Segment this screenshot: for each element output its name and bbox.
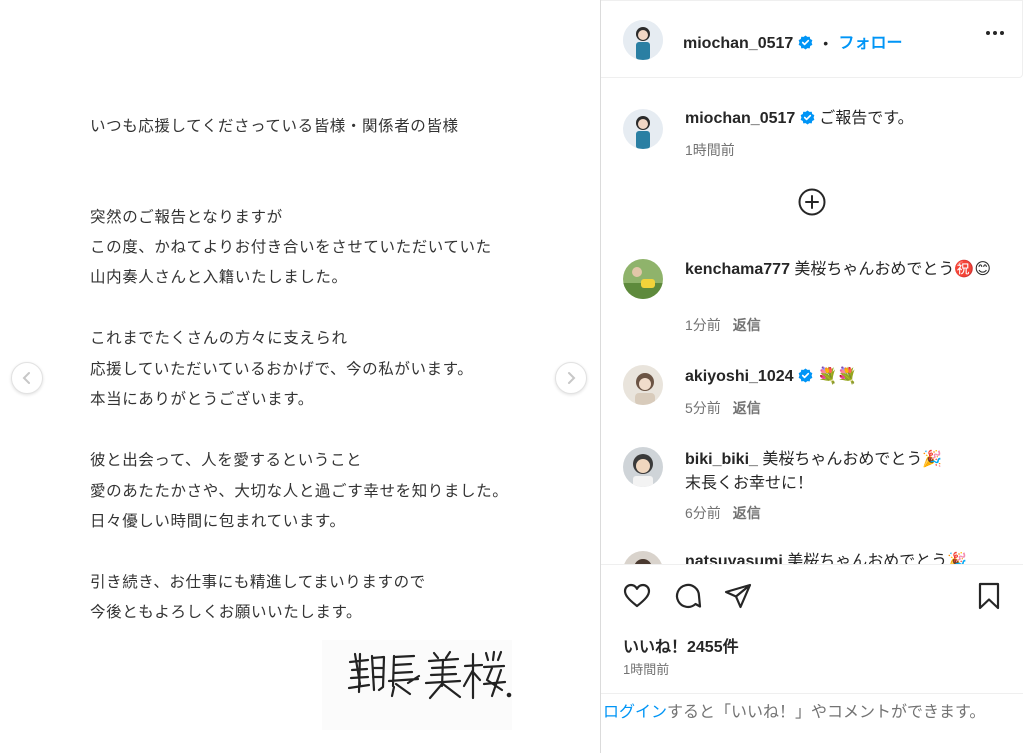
text-line: 山内奏人さんと入籍いたしました。 xyxy=(90,268,348,286)
comments-list[interactable]: miochan_0517 ご報告です。 1時間前 kenchama777 美桜ち… xyxy=(601,79,1023,564)
comment-biki_biki_: biki_biki_ 美桜ちゃんおめでとう🎉 末長くお幸せに！ xyxy=(685,448,1005,496)
reply-button[interactable]: 返信 xyxy=(733,505,761,521)
comment-text: 美桜ちゃんおめでとう㊗️😊 xyxy=(794,261,992,278)
text-line: 応援していただいているおかげで、今の私がいます。 xyxy=(90,360,474,378)
avatar-image xyxy=(623,551,663,564)
comment-time: 6分前 xyxy=(685,505,721,521)
text-line: いつも応援してくださっている皆様・関係者の皆様 xyxy=(90,117,459,135)
comment-time: 1分前 xyxy=(685,317,721,333)
header-username[interactable]: miochan_0517 xyxy=(683,35,793,52)
avatar-image xyxy=(623,20,663,60)
commenter-avatar[interactable] xyxy=(623,259,663,299)
caption-avatar[interactable] xyxy=(623,109,663,149)
comment-username[interactable]: biki_biki_ xyxy=(685,451,758,468)
commenter-avatar[interactable] xyxy=(623,551,663,564)
more-dot xyxy=(1000,31,1004,35)
login-link[interactable]: ログイン xyxy=(603,704,667,721)
post-actions: いいね！2455件 1時間前 ログインすると「いいね！」やコメントができます。 xyxy=(601,564,1023,753)
text-line: これまでたくさんの方々に支えられ xyxy=(90,329,348,347)
comment-text: 美桜ちゃんおめでとう🎉 xyxy=(762,451,943,468)
chevron-right-icon xyxy=(568,372,576,384)
caption-text: ご報告です。 xyxy=(819,110,914,127)
likes-count[interactable]: いいね！2455件 xyxy=(623,633,739,657)
avatar-image xyxy=(623,259,663,299)
post-header: miochan_0517 • フォロー xyxy=(601,0,1023,78)
text-line: 引き続き、お仕事にも精進してまいりますので xyxy=(90,573,426,591)
comment-text: 美桜ちゃんおめでとう🎉 xyxy=(787,553,968,564)
more-dot xyxy=(986,31,990,35)
commenter-avatar[interactable] xyxy=(623,447,663,487)
bookmark-icon[interactable] xyxy=(974,581,1004,611)
avatar[interactable] xyxy=(623,20,663,60)
caption: miochan_0517 ご報告です。 xyxy=(685,107,1005,131)
more-options-button[interactable] xyxy=(986,31,1004,35)
comment-username[interactable]: natsuyasumi xyxy=(685,553,783,564)
comment-meta: 5分前 返信 xyxy=(685,398,761,418)
text-line: 本当にありがとうございます。 xyxy=(90,390,314,408)
follow-button[interactable]: フォロー xyxy=(839,35,903,52)
comment-text: 💐💐 xyxy=(817,368,858,385)
caption-time: 1時間前 xyxy=(685,142,735,158)
post-time: 1時間前 xyxy=(623,662,670,677)
verified-badge-icon xyxy=(798,368,813,383)
comment-text-line2: 末長くお幸せに！ xyxy=(685,475,814,492)
text-line: 日々優しい時間に包まれています。 xyxy=(90,512,346,530)
avatar-image xyxy=(623,447,663,487)
reply-button[interactable]: 返信 xyxy=(733,400,761,416)
reply-button[interactable]: 返信 xyxy=(733,317,761,333)
comment-bubble-icon[interactable] xyxy=(673,581,703,611)
comment-meta: 1分前 返信 xyxy=(685,315,761,335)
text-line: この度、かねてよりお付き合いをさせていただいていた xyxy=(90,238,492,256)
avatar-image xyxy=(623,365,663,405)
post-side-panel: miochan_0517 • フォロー miochan_0517 ご報告です。 … xyxy=(600,0,1024,753)
comment-username[interactable]: akiyoshi_1024 xyxy=(685,368,794,385)
load-more-comments-icon[interactable] xyxy=(797,187,827,217)
commenter-avatar[interactable] xyxy=(623,365,663,405)
chevron-left-icon xyxy=(22,372,30,384)
verified-badge-icon xyxy=(798,35,813,50)
more-dot xyxy=(993,31,997,35)
text-line: 彼と出会って、人を愛するということ xyxy=(90,451,363,469)
comment-natsuyasumi: natsuyasumi 美桜ちゃんおめでとう🎉 xyxy=(685,550,1005,564)
comment-meta: 6分前 返信 xyxy=(685,503,761,523)
login-prompt: ログインすると「いいね！」やコメントができます。 xyxy=(601,693,1023,724)
text-line: 今後ともよろしくお願いいたします。 xyxy=(90,603,363,621)
share-paper-plane-icon[interactable] xyxy=(723,581,753,611)
handwritten-signature xyxy=(322,640,512,730)
verified-badge-icon xyxy=(800,110,815,125)
comment-username[interactable]: kenchama777 xyxy=(685,261,790,278)
avatar-image xyxy=(623,109,663,149)
login-prompt-text: すると「いいね！」やコメントができます。 xyxy=(667,704,986,721)
previous-image-button[interactable] xyxy=(11,362,43,394)
separator-dot: • xyxy=(823,35,829,51)
text-line: 突然のご報告となりますが xyxy=(90,208,283,226)
comment-time: 5分前 xyxy=(685,400,721,416)
caption-username[interactable]: miochan_0517 xyxy=(685,110,795,127)
post-image: いつも応援してくださっている皆様・関係者の皆様 突然のご報告となりますが この度… xyxy=(0,0,600,753)
comment-akiyoshi_1024: akiyoshi_1024 💐💐 xyxy=(685,365,1005,389)
comment-kenchama777: kenchama777 美桜ちゃんおめでとう㊗️😊 xyxy=(685,258,1005,282)
next-image-button[interactable] xyxy=(555,362,587,394)
like-heart-icon[interactable] xyxy=(622,581,652,611)
text-line: 愛のあたたかさや、大切な人と過ごす幸せを知りました。 xyxy=(90,482,509,500)
